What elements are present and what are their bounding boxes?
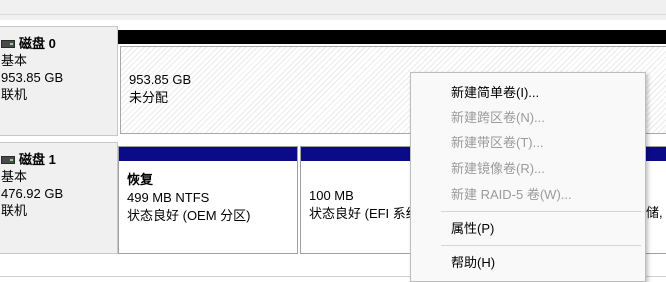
recovery-status: 状态良好 (OEM 分区) [127, 208, 251, 223]
recovery-size: 499 MB NTFS [127, 190, 210, 205]
menu-new-mirrored-volume[interactable]: 新建镜像卷(R)... [451, 157, 545, 181]
disk-0-title: 磁盘 0 [1, 35, 117, 52]
efi-size: 100 MB [309, 188, 354, 203]
menu-new-raid5-volume[interactable]: 新建 RAID-5 卷(W)... [451, 183, 572, 207]
top-strip [0, 0, 666, 20]
menu-properties[interactable]: 属性(P) [451, 217, 494, 241]
disk-drive-icon [1, 39, 15, 48]
recovery-partition[interactable]: 恢复 499 MB NTFS 状态良好 (OEM 分区) [118, 146, 298, 254]
menu-new-spanned-volume[interactable]: 新建跨区卷(N)... [451, 106, 545, 130]
disk-1-label[interactable]: 磁盘 1 基本 476.92 GB 联机 [0, 142, 118, 254]
disk-1-size: 476.92 GB [1, 186, 64, 201]
unallocated-label: 未分配 [129, 90, 169, 105]
unallocated-bar [118, 30, 666, 44]
efi-status: 状态良好 (EFI 系统 [309, 206, 419, 221]
menu-separator [441, 245, 641, 246]
context-menu: 新建简单卷(I)... 新建跨区卷(N)... 新建带区卷(T)... 新建镜像… [410, 72, 646, 282]
os-partition-status-partial: 储, [646, 205, 663, 220]
disk-1-status: 联机 [1, 203, 28, 218]
disk-0-status: 联机 [1, 87, 28, 102]
recovery-title: 恢复 [127, 172, 154, 187]
menu-separator [441, 211, 641, 212]
menu-new-striped-volume[interactable]: 新建带区卷(T)... [451, 131, 543, 155]
disk-0-size: 953.85 GB [1, 70, 64, 85]
disk-1-type: 基本 [1, 169, 28, 184]
disk-0-type: 基本 [1, 53, 28, 68]
unallocated-size: 953.85 GB [129, 72, 192, 87]
disk-1-title: 磁盘 1 [1, 151, 117, 168]
disk-drive-icon [1, 155, 15, 164]
disk-0-label[interactable]: 磁盘 0 基本 953.85 GB 联机 [0, 26, 118, 136]
menu-new-simple-volume[interactable]: 新建简单卷(I)... [451, 81, 539, 105]
menu-help[interactable]: 帮助(H) [451, 251, 495, 275]
